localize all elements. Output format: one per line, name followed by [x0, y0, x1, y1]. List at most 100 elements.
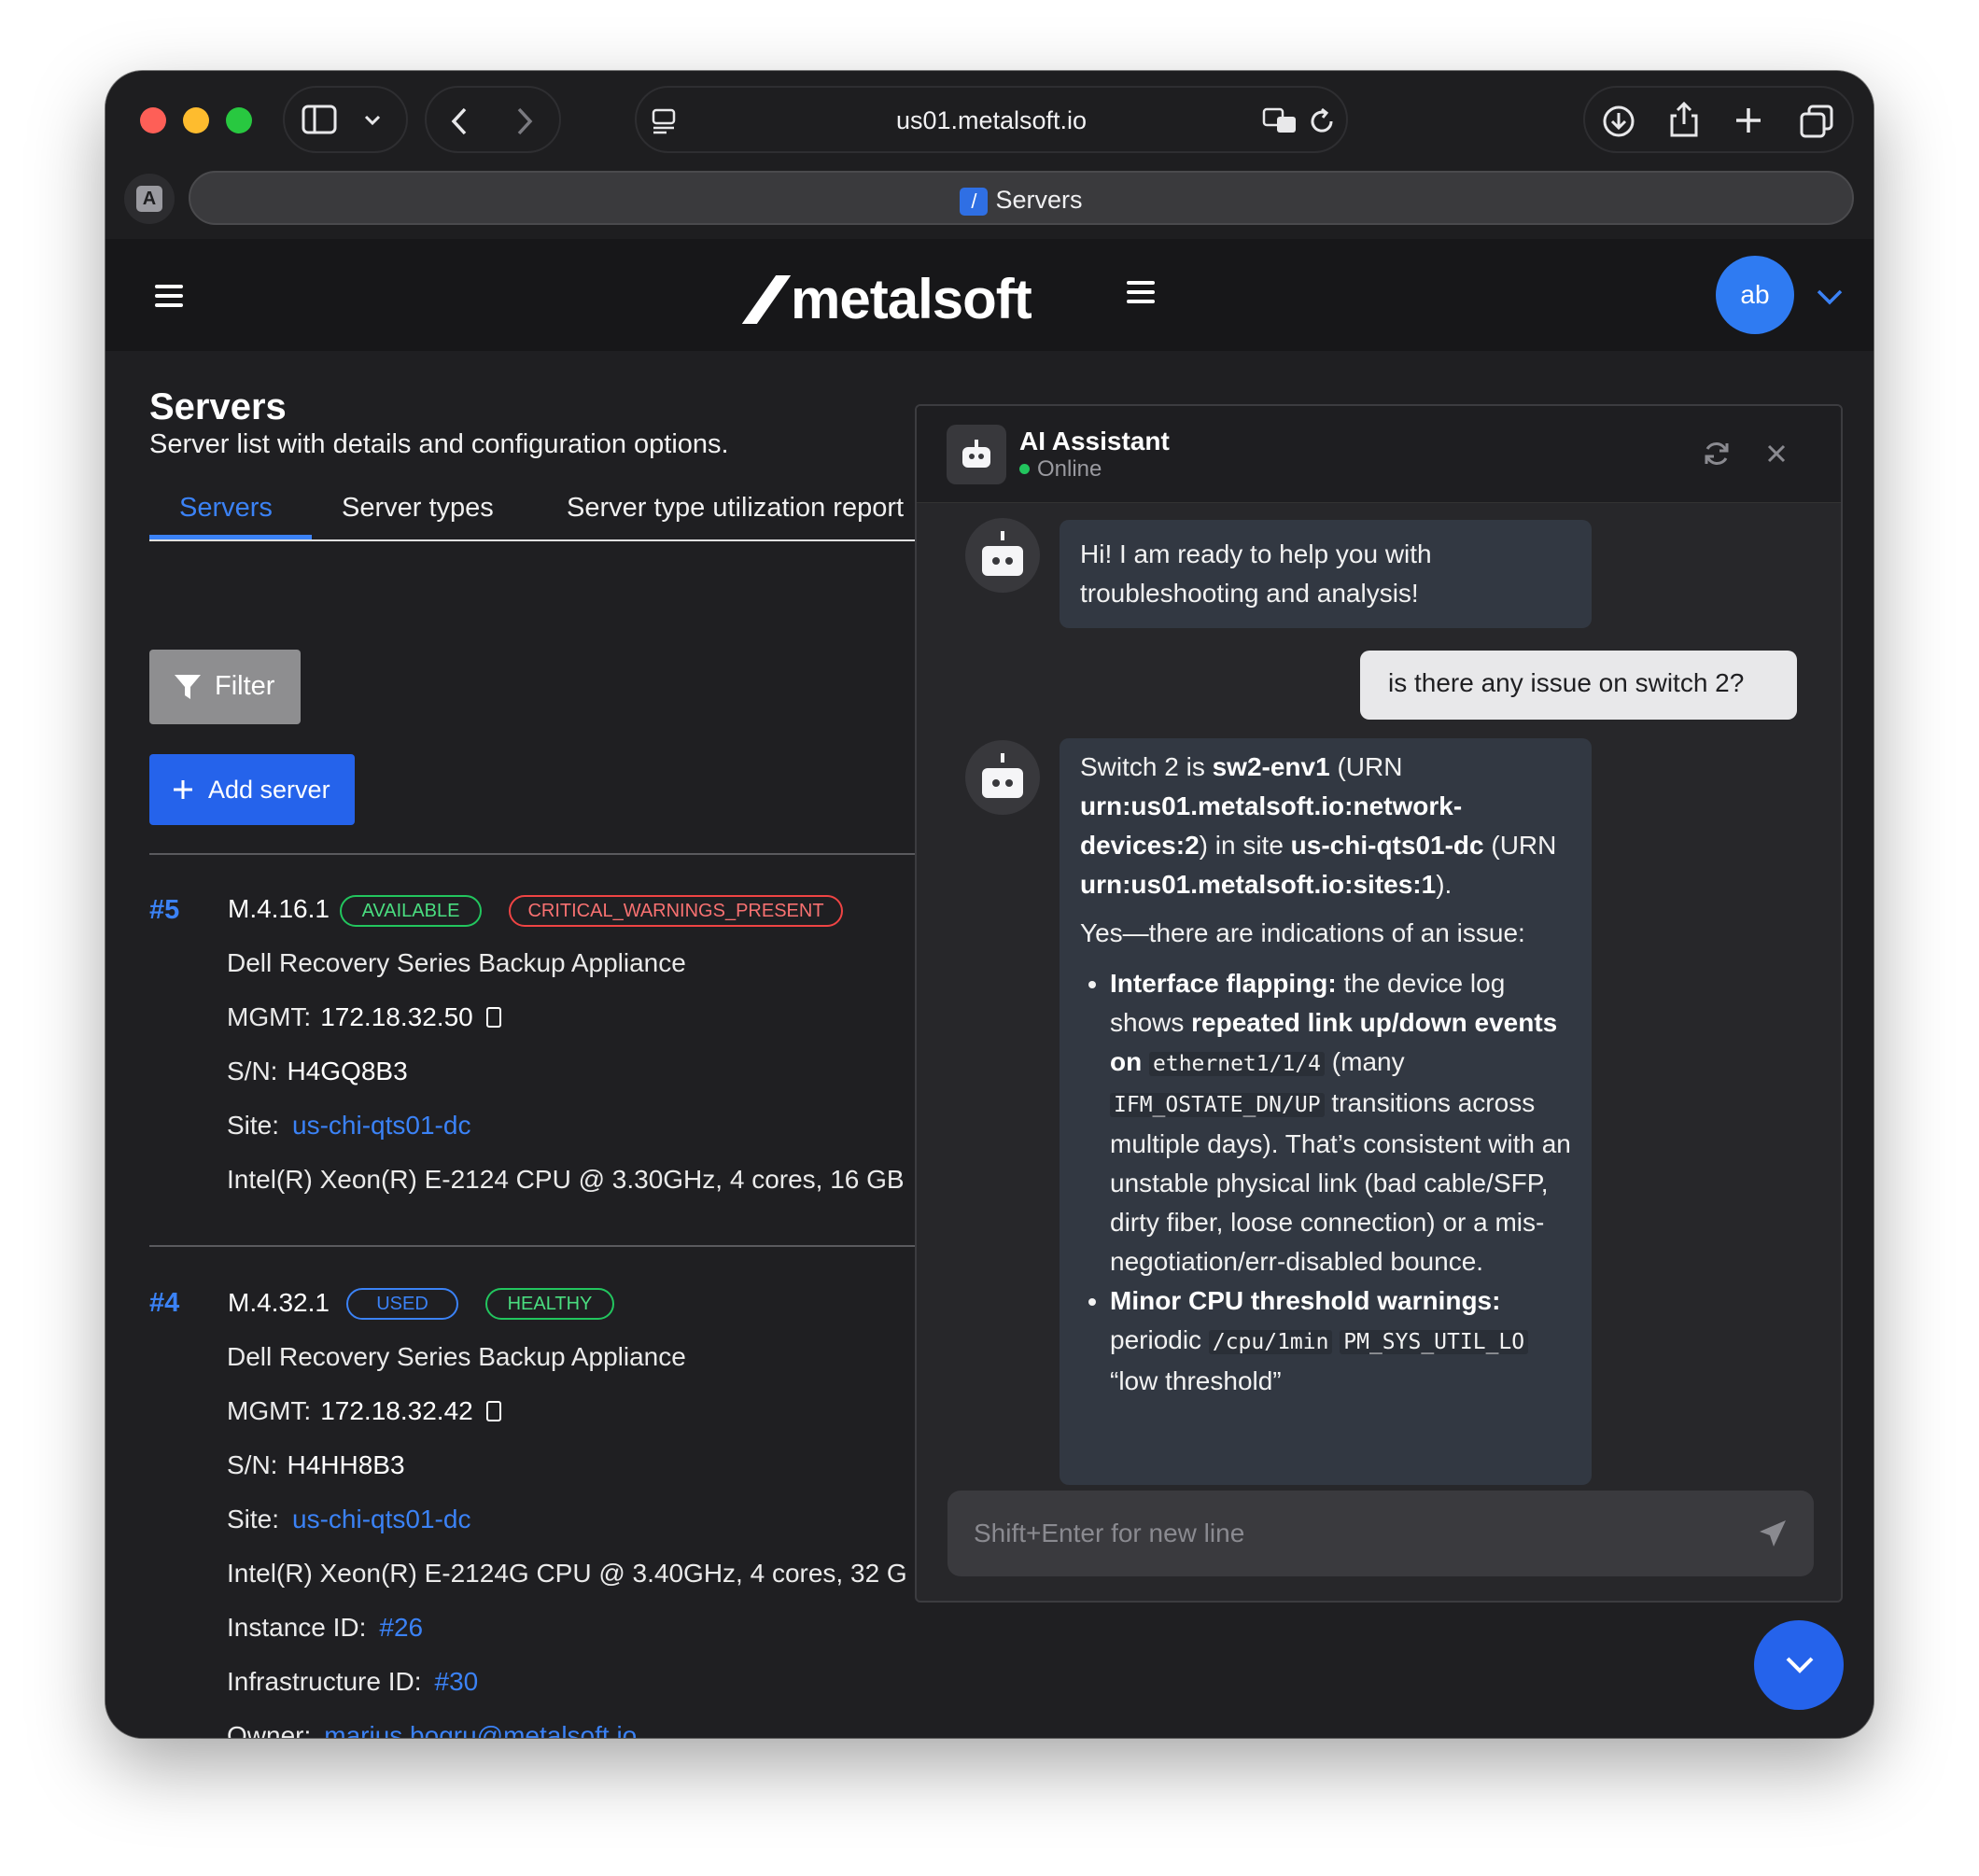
- chat-input[interactable]: Shift+Enter for new line: [947, 1491, 1814, 1576]
- refresh-icon[interactable]: [1703, 440, 1731, 468]
- filter-label: Filter: [215, 671, 275, 701]
- close-icon[interactable]: [1766, 443, 1787, 464]
- browser-toolbar: us01.metalsoft.io A / Servers: [105, 71, 1874, 239]
- reload-icon[interactable]: [1309, 106, 1337, 136]
- server-mgmt: MGMT: 172.18.32.50: [227, 1002, 501, 1032]
- chevron-down-icon: [1786, 1657, 1814, 1673]
- page-subtitle: Server list with details and configurati…: [149, 429, 729, 459]
- mgmt-label: MGMT:: [227, 1002, 312, 1031]
- server-description: Dell Recovery Series Backup Appliance: [227, 1342, 686, 1371]
- mgmt-label: MGMT:: [227, 1396, 312, 1425]
- browser-tab-label: / Servers: [190, 186, 1852, 216]
- download-icon[interactable]: [1602, 105, 1635, 138]
- active-tab-indicator: [149, 535, 312, 539]
- reply-bullet-2: Minor CPU threshold warnings: periodic /…: [1110, 1281, 1571, 1401]
- app-header: metalsoft: [105, 239, 1874, 351]
- reply-bullet-1: Interface flapping: the device log shows…: [1110, 964, 1571, 1281]
- plus-icon: [174, 780, 192, 799]
- back-icon[interactable]: [449, 106, 470, 136]
- server-serial: S/N: H4HH8B3: [227, 1450, 405, 1480]
- profile-letter: A: [136, 186, 162, 212]
- bot-message-greeting: Hi! I am ready to help you with troubles…: [1060, 520, 1592, 628]
- list-divider: [149, 853, 971, 855]
- ai-assistant-panel: AI Assistant Online Hi! I am ready to he…: [915, 404, 1843, 1603]
- infra-link[interactable]: #30: [435, 1667, 479, 1696]
- bot-message-reply: Switch 2 is sw2-env1 (URN urn:us01.metal…: [1060, 738, 1592, 1485]
- user-message: is there any issue on switch 2?: [1360, 651, 1797, 720]
- server-cpu: Intel(R) Xeon(R) E-2124G CPU @ 3.40GHz, …: [227, 1559, 907, 1588]
- sn-label: S/N:: [227, 1450, 278, 1479]
- instance-link[interactable]: #26: [379, 1613, 423, 1642]
- url-text[interactable]: us01.metalsoft.io: [637, 106, 1346, 135]
- add-server-button[interactable]: Add server: [149, 754, 355, 825]
- account-chevron-icon[interactable]: [1816, 287, 1844, 306]
- forward-icon[interactable]: [514, 106, 535, 136]
- profile-button[interactable]: A: [124, 174, 175, 224]
- copy-icon[interactable]: [485, 1007, 501, 1028]
- list-divider: [149, 1245, 971, 1247]
- server-instance: Instance ID: #26: [227, 1613, 423, 1643]
- maximize-window-button[interactable]: [226, 107, 252, 133]
- filter-button[interactable]: Filter: [149, 650, 301, 724]
- reply-paragraph-2: Yes—there are indications of an issue:: [1080, 918, 1525, 947]
- health-badge: CRITICAL_WARNINGS_PRESENT: [509, 895, 843, 927]
- translate-icon[interactable]: [1262, 106, 1299, 136]
- server-infrastructure: Infrastructure ID: #30: [227, 1667, 478, 1697]
- server-mgmt: MGMT: 172.18.32.42: [227, 1396, 501, 1426]
- site-link[interactable]: us-chi-qts01-dc: [292, 1505, 470, 1533]
- ai-status: Online: [1019, 456, 1102, 483]
- tabs-overview-icon[interactable]: [1800, 105, 1833, 138]
- sn-value: H4HH8B3: [287, 1450, 405, 1479]
- tab-server-types[interactable]: Server types: [342, 493, 494, 524]
- server-id-link[interactable]: #4: [149, 1288, 179, 1319]
- server-id-link[interactable]: #5: [149, 895, 179, 926]
- instance-label: Instance ID:: [227, 1613, 367, 1642]
- send-icon[interactable]: [1758, 1519, 1788, 1548]
- metalsoft-logo[interactable]: metalsoft: [741, 267, 1032, 331]
- page-tabs: Servers Server types Server type utiliza…: [149, 487, 990, 541]
- site-label: Site:: [227, 1111, 280, 1140]
- new-tab-icon[interactable]: [1734, 106, 1762, 134]
- mgmt-ip: 172.18.32.42: [320, 1396, 473, 1425]
- share-icon[interactable]: [1669, 101, 1699, 138]
- mgmt-ip: 172.18.32.50: [320, 1002, 473, 1031]
- server-description: Dell Recovery Series Backup Appliance: [227, 948, 686, 977]
- tab-servers[interactable]: Servers: [179, 493, 273, 524]
- chevron-down-icon[interactable]: [363, 114, 382, 127]
- logo-text: metalsoft: [791, 268, 1032, 330]
- server-cpu: Intel(R) Xeon(R) E-2124 CPU @ 3.30GHz, 4…: [227, 1165, 905, 1194]
- server-owner: Owner: marius.bogru@metalsoft.io: [227, 1721, 637, 1738]
- reply-bullets: Interface flapping: the device log shows…: [1080, 964, 1571, 1401]
- minimize-window-button[interactable]: [183, 107, 209, 133]
- filter-icon: [175, 675, 201, 699]
- favicon-icon: /: [960, 187, 989, 216]
- add-server-label: Add server: [208, 776, 330, 804]
- copy-icon[interactable]: [485, 1401, 501, 1421]
- robot-icon: [947, 425, 1006, 484]
- page-title: Servers: [149, 386, 287, 427]
- owner-link[interactable]: marius.bogru@metalsoft.io: [324, 1721, 637, 1738]
- sidebar-toggle-group[interactable]: [283, 86, 408, 153]
- ai-status-text: Online: [1037, 456, 1102, 482]
- close-window-button[interactable]: [140, 107, 166, 133]
- server-site: Site: us-chi-qts01-dc: [227, 1111, 470, 1141]
- address-bar[interactable]: us01.metalsoft.io: [635, 86, 1348, 153]
- sn-label: S/N:: [227, 1057, 278, 1085]
- bot-avatar: [965, 740, 1040, 815]
- menu-icon[interactable]: [155, 285, 183, 307]
- secondary-menu-icon[interactable]: [1127, 281, 1155, 303]
- server-site: Site: us-chi-qts01-dc: [227, 1505, 470, 1534]
- sidebar-icon[interactable]: [302, 105, 337, 134]
- site-link[interactable]: us-chi-qts01-dc: [292, 1111, 470, 1140]
- browser-actions: [1583, 86, 1854, 153]
- scroll-down-button[interactable]: [1754, 1620, 1844, 1710]
- browser-tab-servers[interactable]: / Servers: [189, 171, 1854, 225]
- user-avatar[interactable]: ab: [1716, 256, 1794, 334]
- online-dot: [1019, 464, 1030, 474]
- sn-value: H4GQ8B3: [287, 1057, 408, 1085]
- owner-label: Owner:: [227, 1721, 312, 1738]
- bot-avatar: [965, 518, 1040, 593]
- tab-utilization-report[interactable]: Server type utilization report: [567, 493, 904, 524]
- ai-assistant-title: AI Assistant: [1019, 427, 1170, 455]
- chat-input-placeholder: Shift+Enter for new line: [974, 1519, 1245, 1547]
